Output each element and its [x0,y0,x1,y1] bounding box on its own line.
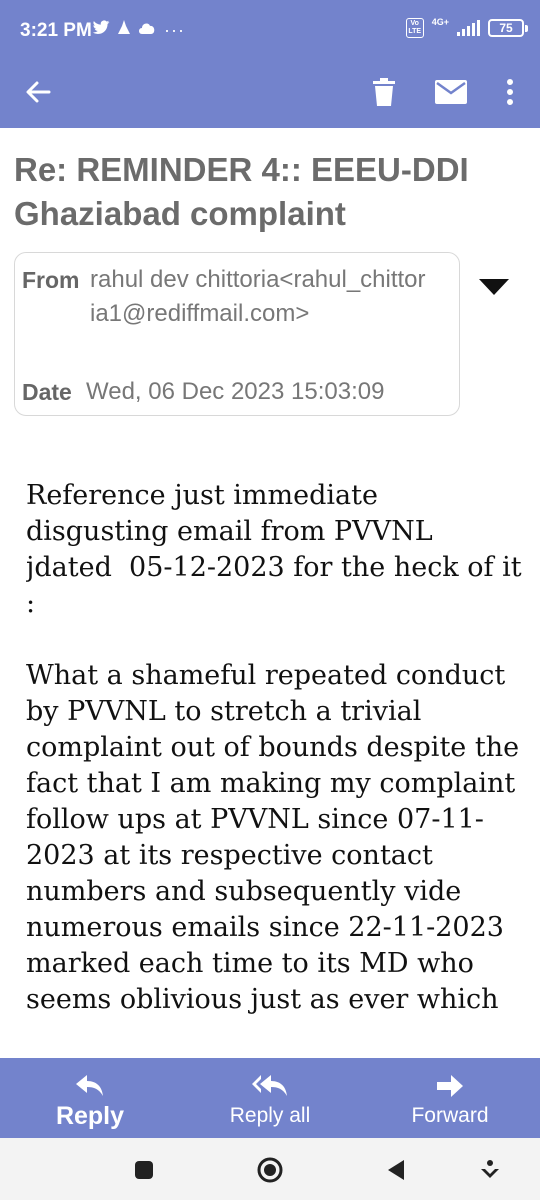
notification-icon [118,20,130,41]
date-value: Wed, 06 Dec 2023 15:03:09 [86,378,385,405]
reply-button[interactable]: Reply [40,1058,140,1138]
mail-icon[interactable] [427,68,475,116]
date-row: Date Wed, 06 Dec 2023 15:03:09 [22,375,384,409]
email-header-card: From rahul dev chittoria<rahul_chittoria… [14,252,460,416]
from-label: From [22,267,80,293]
more-dots-icon: ··· [164,20,185,40]
signal-icon [457,20,480,36]
assistant-icon[interactable] [472,1152,508,1188]
app-bar [0,56,540,128]
from-value[interactable]: rahul dev chittoria<rahul_chittoria1@red… [90,263,430,331]
home-icon[interactable] [252,1152,288,1188]
status-bar: 3:21 PM ··· Vo LTE 4G+ 75 [0,0,540,56]
forward-button[interactable]: Forward [390,1058,510,1138]
reply-all-icon [252,1070,288,1102]
reply-all-button[interactable]: Reply all [205,1058,335,1138]
twitter-icon [92,20,110,41]
status-left-icons: ··· [92,20,185,41]
status-time: 3:21 PM [20,20,92,41]
reply-all-label: Reply all [229,1104,311,1127]
reply-icon [76,1070,104,1102]
email-body: Reference just immediate disgusting emai… [26,480,522,1015]
more-vert-icon[interactable] [486,68,534,116]
battery-icon: 75 [488,19,528,37]
reply-label: Reply [55,1102,125,1130]
status-right: Vo LTE 4G+ 75 [405,17,528,38]
volte-icon: Vo LTE [405,18,424,38]
action-bar: Reply Reply all Forward [0,1058,540,1138]
back-nav-icon[interactable] [378,1152,414,1188]
trash-icon[interactable] [360,68,408,116]
forward-icon [437,1070,463,1102]
expand-details-icon[interactable] [476,272,512,302]
network-type: 4G+ [431,17,449,27]
recents-icon[interactable] [126,1152,162,1188]
system-nav-bar [0,1138,540,1200]
date-label: Date [22,379,72,405]
cloud-icon [138,21,156,40]
back-arrow-icon[interactable] [14,68,62,116]
from-row: From rahul dev chittoria<rahul_chittoria… [22,263,430,331]
email-subject: Re: REMINDER 4:: EEEU-DDI Ghaziabad comp… [14,151,469,232]
forward-label: Forward [411,1104,489,1127]
